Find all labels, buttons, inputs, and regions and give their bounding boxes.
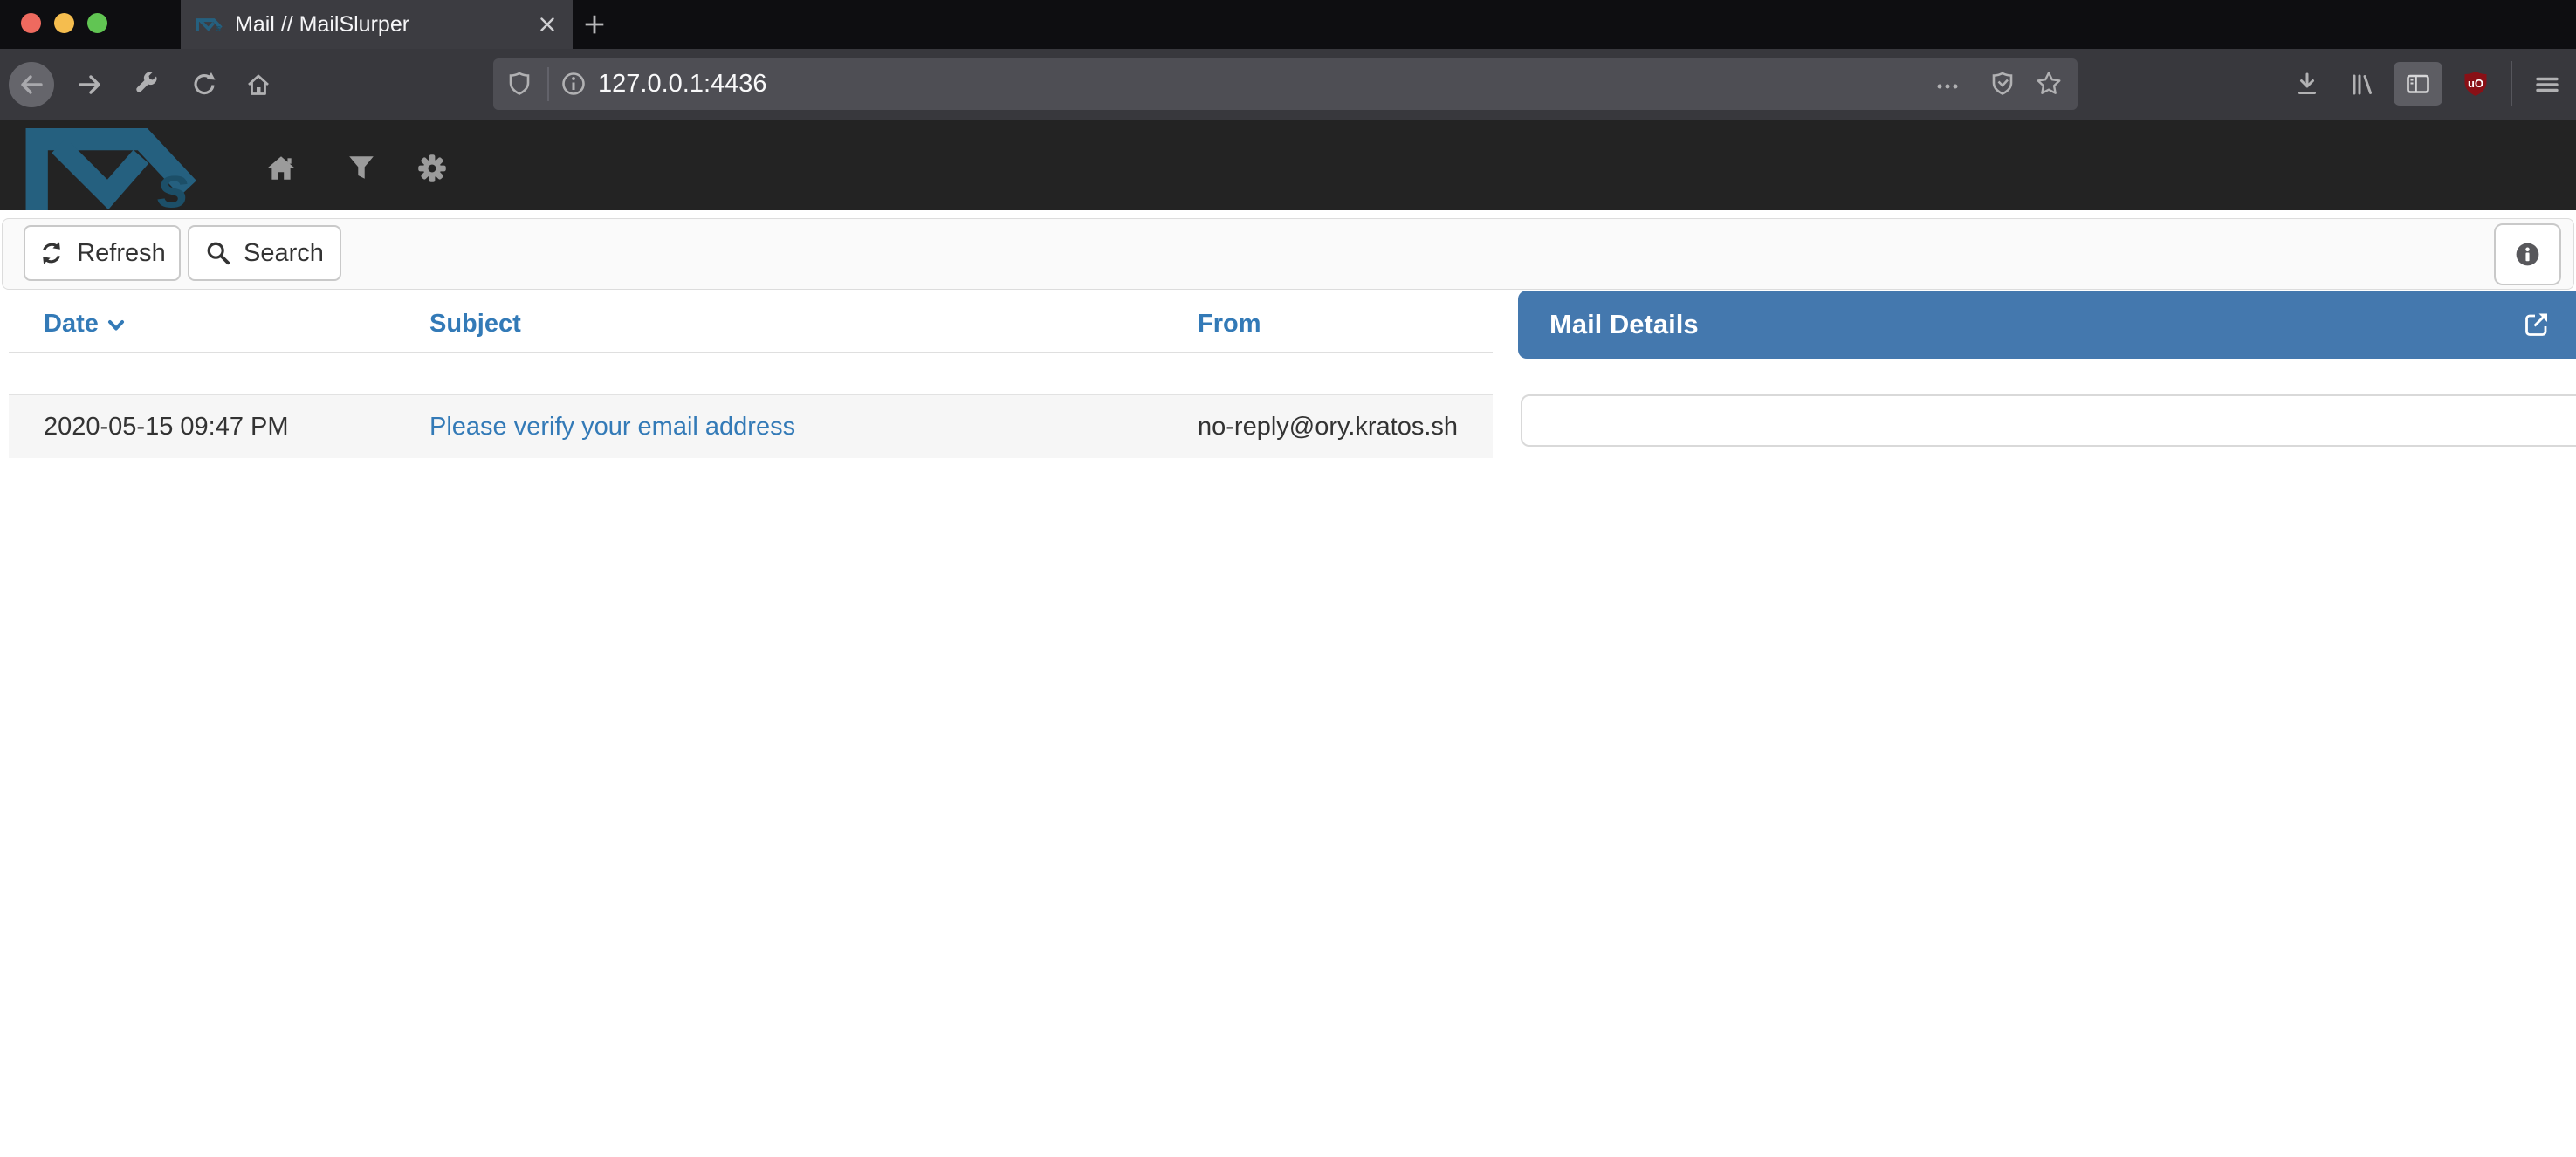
library-icon[interactable] xyxy=(2348,71,2376,99)
tab-close-icon[interactable] xyxy=(536,13,559,36)
mailslurper-favicon-icon: s xyxy=(196,18,225,31)
column-header-from[interactable]: From xyxy=(1198,297,1493,352)
back-button[interactable] xyxy=(9,62,54,107)
content-toolbar: Refresh Search xyxy=(2,218,2574,290)
wrench-icon[interactable] xyxy=(133,71,161,99)
site-info-icon[interactable] xyxy=(560,70,587,98)
new-tab-icon[interactable] xyxy=(581,11,608,38)
refresh-button[interactable]: Refresh xyxy=(24,225,181,281)
mailslurper-logo: s xyxy=(23,128,218,210)
nav-filter-icon[interactable] xyxy=(347,154,376,183)
mail-date-cell: 2020-05-15 09:47 PM xyxy=(9,395,429,458)
ublock-badge-label: uO xyxy=(2468,77,2483,90)
reload-icon[interactable] xyxy=(189,71,216,99)
pocket-icon[interactable] xyxy=(1989,70,2016,98)
info-button[interactable] xyxy=(2494,223,2561,285)
sort-desc-icon xyxy=(107,319,125,332)
url-bar-separator xyxy=(547,67,549,101)
mail-list-table: Date Subject From 2020-05-15 09:47 PM Pl… xyxy=(9,297,1493,458)
back-icon xyxy=(17,71,45,99)
column-header-subject[interactable]: Subject xyxy=(429,297,1198,352)
mail-from-cell: no-reply@ory.kratos.sh xyxy=(1198,395,1493,458)
browser-tab[interactable]: s Mail // MailSlurper xyxy=(181,0,573,49)
mail-subject-cell: Please verify your email address xyxy=(429,395,1198,458)
mail-table-row[interactable]: 2020-05-15 09:47 PM Please verify your e… xyxy=(9,394,1493,458)
column-header-date[interactable]: Date xyxy=(9,297,429,352)
mailslurper-navbar: s xyxy=(0,120,2576,210)
nav-home-icon[interactable] xyxy=(266,154,296,183)
search-button[interactable]: Search xyxy=(188,225,341,281)
svg-text:s: s xyxy=(216,24,222,31)
ublock-icon[interactable]: uO xyxy=(2462,70,2490,98)
window-zoom-button[interactable] xyxy=(87,13,107,33)
url-text[interactable]: 127.0.0.1:4436 xyxy=(598,58,767,110)
mail-subject-link[interactable]: Please verify your email address xyxy=(429,413,795,441)
menu-hamburger-icon[interactable] xyxy=(2533,71,2561,99)
toolbar-separator xyxy=(2511,61,2512,106)
url-bar[interactable]: 127.0.0.1:4436 xyxy=(493,58,2078,110)
logo-s-letter: s xyxy=(157,154,189,210)
tracking-shield-icon[interactable] xyxy=(505,70,533,98)
mail-details-header: Mail Details xyxy=(1518,291,2576,359)
mail-details-title: Mail Details xyxy=(1549,309,1699,339)
search-icon xyxy=(205,240,231,266)
mail-table-header-row: Date Subject From xyxy=(9,297,1493,353)
window-minimize-button[interactable] xyxy=(54,13,74,33)
window-titlebar: s Mail // MailSlurper xyxy=(0,0,2576,49)
home-icon[interactable] xyxy=(244,71,272,99)
search-button-label: Search xyxy=(244,239,324,268)
refresh-button-label: Refresh xyxy=(77,239,166,268)
empty-table-row xyxy=(9,353,1493,394)
nav-settings-gear-icon[interactable] xyxy=(416,153,448,184)
mail-details-panel: Mail Details xyxy=(1518,291,2576,359)
bookmark-star-icon[interactable] xyxy=(2035,70,2063,98)
mail-details-body-box xyxy=(1521,394,2576,447)
info-icon xyxy=(2513,240,2542,269)
external-link-icon[interactable] xyxy=(2523,311,2551,339)
sidebar-toggle-button[interactable] xyxy=(2394,62,2442,106)
downloads-icon[interactable] xyxy=(2293,71,2321,99)
tab-title: Mail // MailSlurper xyxy=(235,0,409,49)
refresh-icon xyxy=(38,240,65,266)
forward-icon[interactable] xyxy=(76,71,104,99)
browser-toolbar: 127.0.0.1:4436 uO xyxy=(0,49,2576,120)
sidebar-icon xyxy=(2404,70,2432,98)
page-actions-icon[interactable] xyxy=(1934,72,1961,100)
window-close-button[interactable] xyxy=(21,13,41,33)
